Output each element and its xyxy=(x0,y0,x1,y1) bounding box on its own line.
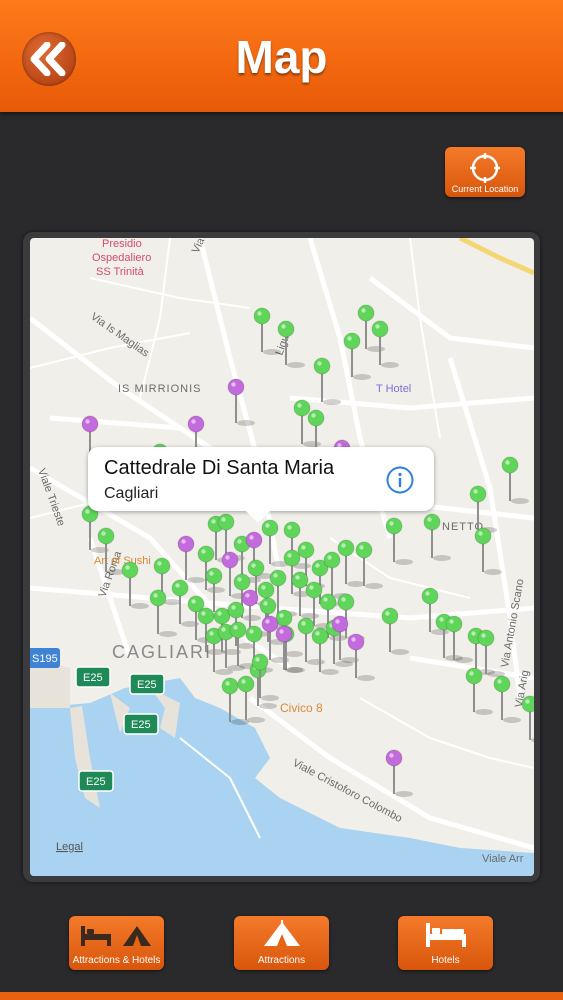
callout-subtitle: Cagliari xyxy=(104,485,159,502)
attraction-pin[interactable] xyxy=(385,517,413,565)
attractions-and-hotels-label: Attractions & Hotels xyxy=(72,955,161,966)
map-label: Via Is Maglias xyxy=(88,311,151,360)
map-label: SS Trinità xyxy=(96,266,145,278)
route-shield-label: E25 xyxy=(137,679,157,691)
legal-link[interactable]: Legal xyxy=(56,841,83,853)
info-icon[interactable] xyxy=(386,466,414,494)
top-bar: Map xyxy=(0,0,563,112)
route-shield: E25 xyxy=(78,770,114,792)
current-location-label: Current Location xyxy=(451,184,519,194)
bed-icon xyxy=(426,923,466,947)
route-shield-label: S195 xyxy=(32,653,58,665)
route-shield: E25 xyxy=(123,713,159,735)
attractions-button[interactable]: Attractions xyxy=(234,916,329,970)
attraction-pin[interactable] xyxy=(501,456,529,504)
attraction-pin[interactable] xyxy=(149,589,177,637)
bottom-bar xyxy=(0,992,563,1000)
attractions-label: Attractions xyxy=(257,955,306,966)
hotel-pin[interactable] xyxy=(385,749,413,797)
map-label: Viale Trieste xyxy=(35,467,67,528)
map-label: CAGLIARI xyxy=(112,642,212,662)
route-shield-label: E25 xyxy=(83,672,103,684)
attractions-and-hotels-button[interactable]: Attractions & Hotels xyxy=(69,916,164,970)
route-shield: E25 xyxy=(129,673,165,695)
map-label: IS MIRRIONIS xyxy=(118,383,202,395)
highway xyxy=(458,238,534,276)
map-canvas[interactable]: Presidio Ospedaliero SS Trinità Via Is M… xyxy=(30,238,534,876)
crosshair-icon xyxy=(470,153,500,183)
attraction-pin[interactable] xyxy=(371,320,399,368)
attraction-pin[interactable] xyxy=(121,561,149,609)
map-label: Presidio xyxy=(102,238,142,250)
route-shield-label: E25 xyxy=(86,776,106,788)
hotels-label: Hotels xyxy=(431,955,460,966)
bed-and-tent-icon xyxy=(81,926,151,946)
attraction-pin[interactable] xyxy=(521,695,534,743)
map-label: Ospedaliero xyxy=(92,252,151,264)
current-location-button[interactable]: Current Location xyxy=(445,147,525,197)
route-shield: S195 xyxy=(30,648,60,668)
tent-icon xyxy=(264,920,300,946)
map-label: Viale Arr xyxy=(482,853,524,865)
map-label: Art of Sushi xyxy=(94,555,151,567)
map-callout[interactable]: Cattedrale Di Santa Maria Cagliari xyxy=(88,447,434,523)
attraction-pin[interactable] xyxy=(381,607,409,655)
route-shield: E25 xyxy=(75,666,111,688)
map-label: Via Antonio Scano xyxy=(499,578,526,668)
route-shield-label: E25 xyxy=(131,719,151,731)
page-title: Map xyxy=(235,31,328,83)
map-label: T Hotel xyxy=(376,383,411,395)
map-view[interactable]: Presidio Ospedaliero SS Trinità Via Is M… xyxy=(30,238,534,876)
hotels-button[interactable]: Hotels xyxy=(398,916,493,970)
callout-title: Cattedrale Di Santa Maria xyxy=(104,457,335,479)
map-label: Civico 8 xyxy=(280,701,323,715)
